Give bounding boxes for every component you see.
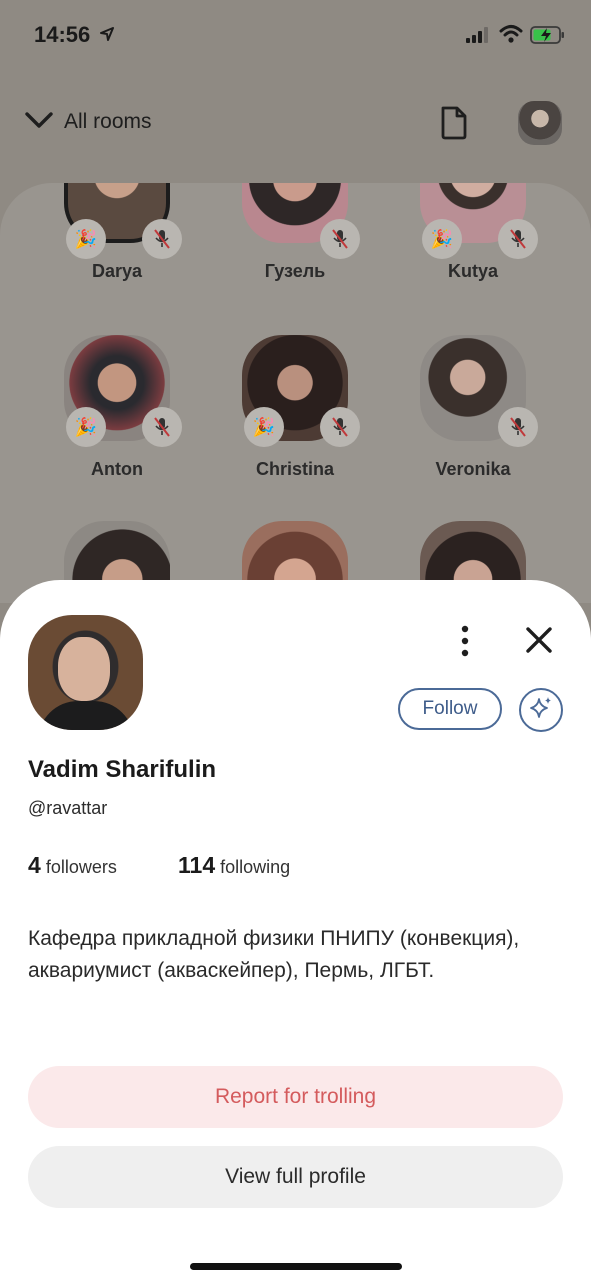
profile-stats: 4 followers 114 following — [28, 852, 290, 879]
chevron-down-icon — [24, 110, 54, 135]
location-arrow-icon — [100, 27, 114, 46]
report-button[interactable]: Report for trolling — [28, 1066, 563, 1128]
speaker-name: Veronika — [435, 459, 511, 479]
following-label: following — [220, 857, 291, 877]
all-rooms-toggle[interactable]: All rooms — [24, 104, 152, 140]
speaker-name: Anton — [91, 459, 143, 479]
party-popper-icon: 🎉 — [422, 219, 462, 259]
avatar[interactable] — [518, 101, 562, 145]
profile-bio: Кафедра прикладной физики ПНИПУ (конвекц… — [28, 927, 520, 982]
all-rooms-label: All rooms — [64, 110, 152, 133]
speaker-tile[interactable]: Christina 🎉 — [240, 335, 360, 480]
room-speakers-grid: Darya 🎉 Гузель Kutya 🎉 Anton 🎉 Christina… — [0, 183, 591, 603]
signal-icon — [466, 27, 490, 48]
party-popper-icon: 🎉 — [244, 407, 284, 447]
following-count: 114 — [178, 852, 216, 878]
party-popper-icon: 🎉 — [66, 407, 106, 447]
document-icon[interactable] — [439, 105, 469, 146]
profile-handle: @ravattar — [28, 798, 108, 818]
profile-avatar — [28, 615, 143, 730]
speaker-tile[interactable]: Darya 🎉 — [62, 183, 182, 282]
speaker-name: Гузель — [264, 261, 326, 281]
muted-mic-icon — [498, 219, 538, 259]
follow-button[interactable]: Follow — [398, 688, 502, 730]
speaker-tile[interactable]: Гузель — [240, 183, 360, 282]
header: All rooms — [0, 92, 591, 152]
status-time: 14:56 — [34, 22, 91, 47]
speaker-name: Darya — [91, 261, 143, 281]
wifi-icon — [499, 24, 523, 49]
muted-mic-icon — [498, 407, 538, 447]
followers-label: followers — [45, 857, 117, 877]
profile-name: Vadim Sharifulin — [28, 756, 217, 783]
party-popper-icon: 🎉 — [66, 219, 106, 259]
speaker-tile[interactable]: Kutya 🎉 — [418, 183, 538, 282]
view-full-profile-button[interactable]: View full profile — [28, 1146, 563, 1208]
muted-mic-icon — [142, 219, 182, 259]
speaker-tile[interactable]: Anton 🎉 — [62, 335, 182, 480]
close-icon[interactable] — [524, 625, 554, 660]
status-bar: 14:56 — [0, 0, 591, 70]
sparkle-button[interactable] — [519, 688, 563, 732]
muted-mic-icon — [142, 407, 182, 447]
followers-stat[interactable]: 4 followers — [28, 852, 117, 879]
muted-mic-icon — [320, 219, 360, 259]
speaker-name: Christina — [255, 459, 334, 479]
muted-mic-icon — [320, 407, 360, 447]
speaker-tile[interactable]: Veronika — [418, 335, 538, 480]
more-options-icon[interactable] — [454, 624, 476, 663]
followers-count: 4 — [28, 852, 41, 878]
sparkle-icon — [528, 695, 554, 726]
profile-sheet: Follow Vadim Sharifulin @ravattar 4 foll… — [0, 580, 591, 1280]
battery-charging-icon — [530, 25, 566, 50]
home-indicator — [190, 1263, 402, 1270]
speaker-name: Kutya — [447, 261, 498, 281]
following-stat[interactable]: 114 following — [178, 852, 290, 879]
